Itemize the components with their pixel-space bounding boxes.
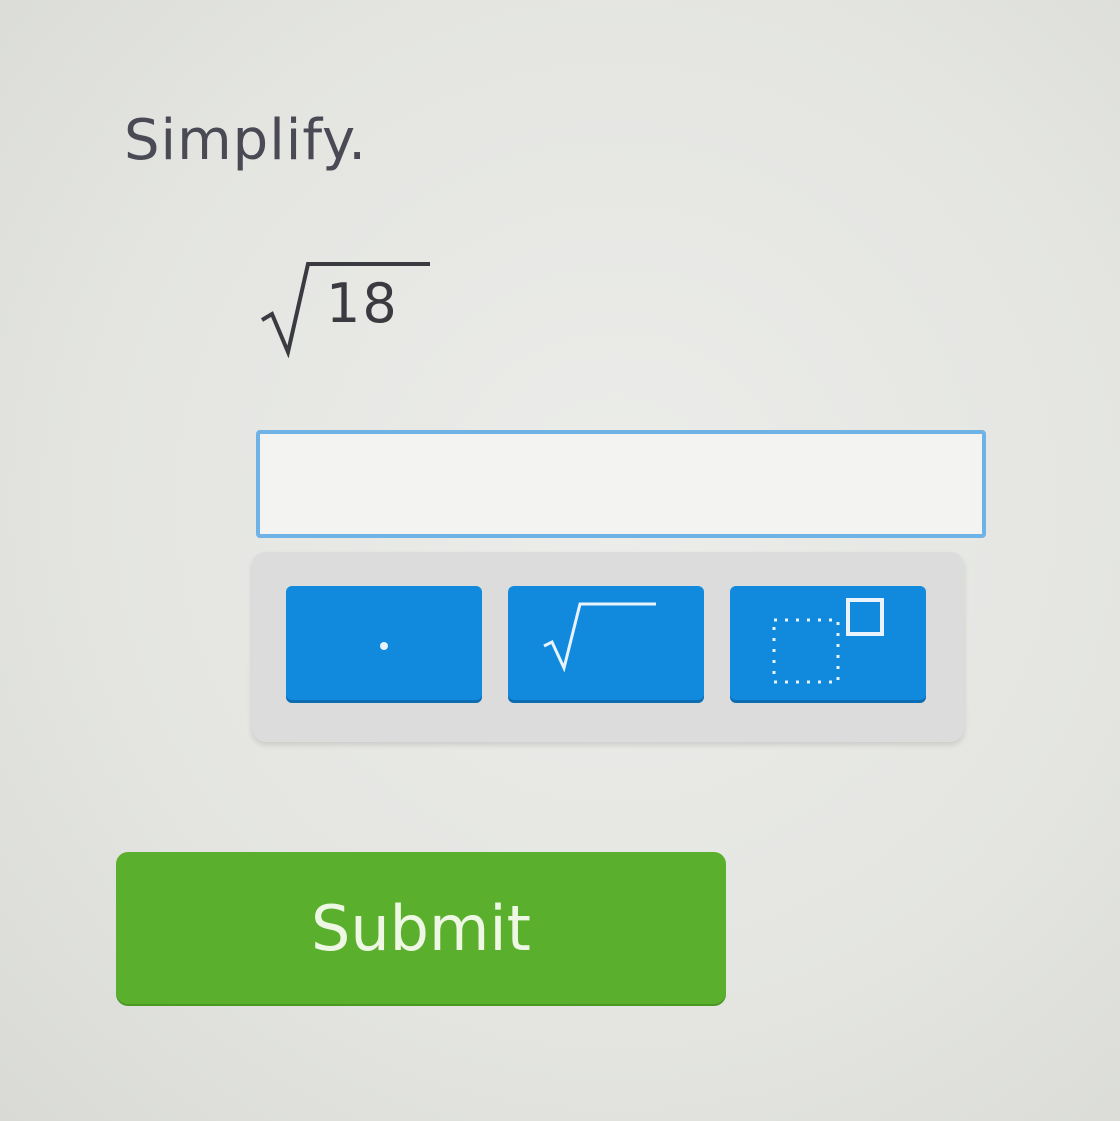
radicand: 18 <box>326 272 399 335</box>
question-prompt: Simplify. <box>124 108 368 173</box>
square-root-key[interactable] <box>508 586 704 700</box>
dot-icon <box>380 642 388 650</box>
math-keypad <box>252 552 964 742</box>
answer-input[interactable] <box>256 430 986 538</box>
exponent-icon <box>772 598 884 684</box>
submit-button[interactable]: Submit <box>116 852 726 1004</box>
exponent-key[interactable] <box>730 586 926 700</box>
sqrt-icon <box>543 602 656 673</box>
practice-page: Simplify. 18 Submit <box>0 0 1120 1121</box>
decimal-point-key[interactable] <box>286 586 482 700</box>
math-expression: 18 <box>258 258 458 358</box>
